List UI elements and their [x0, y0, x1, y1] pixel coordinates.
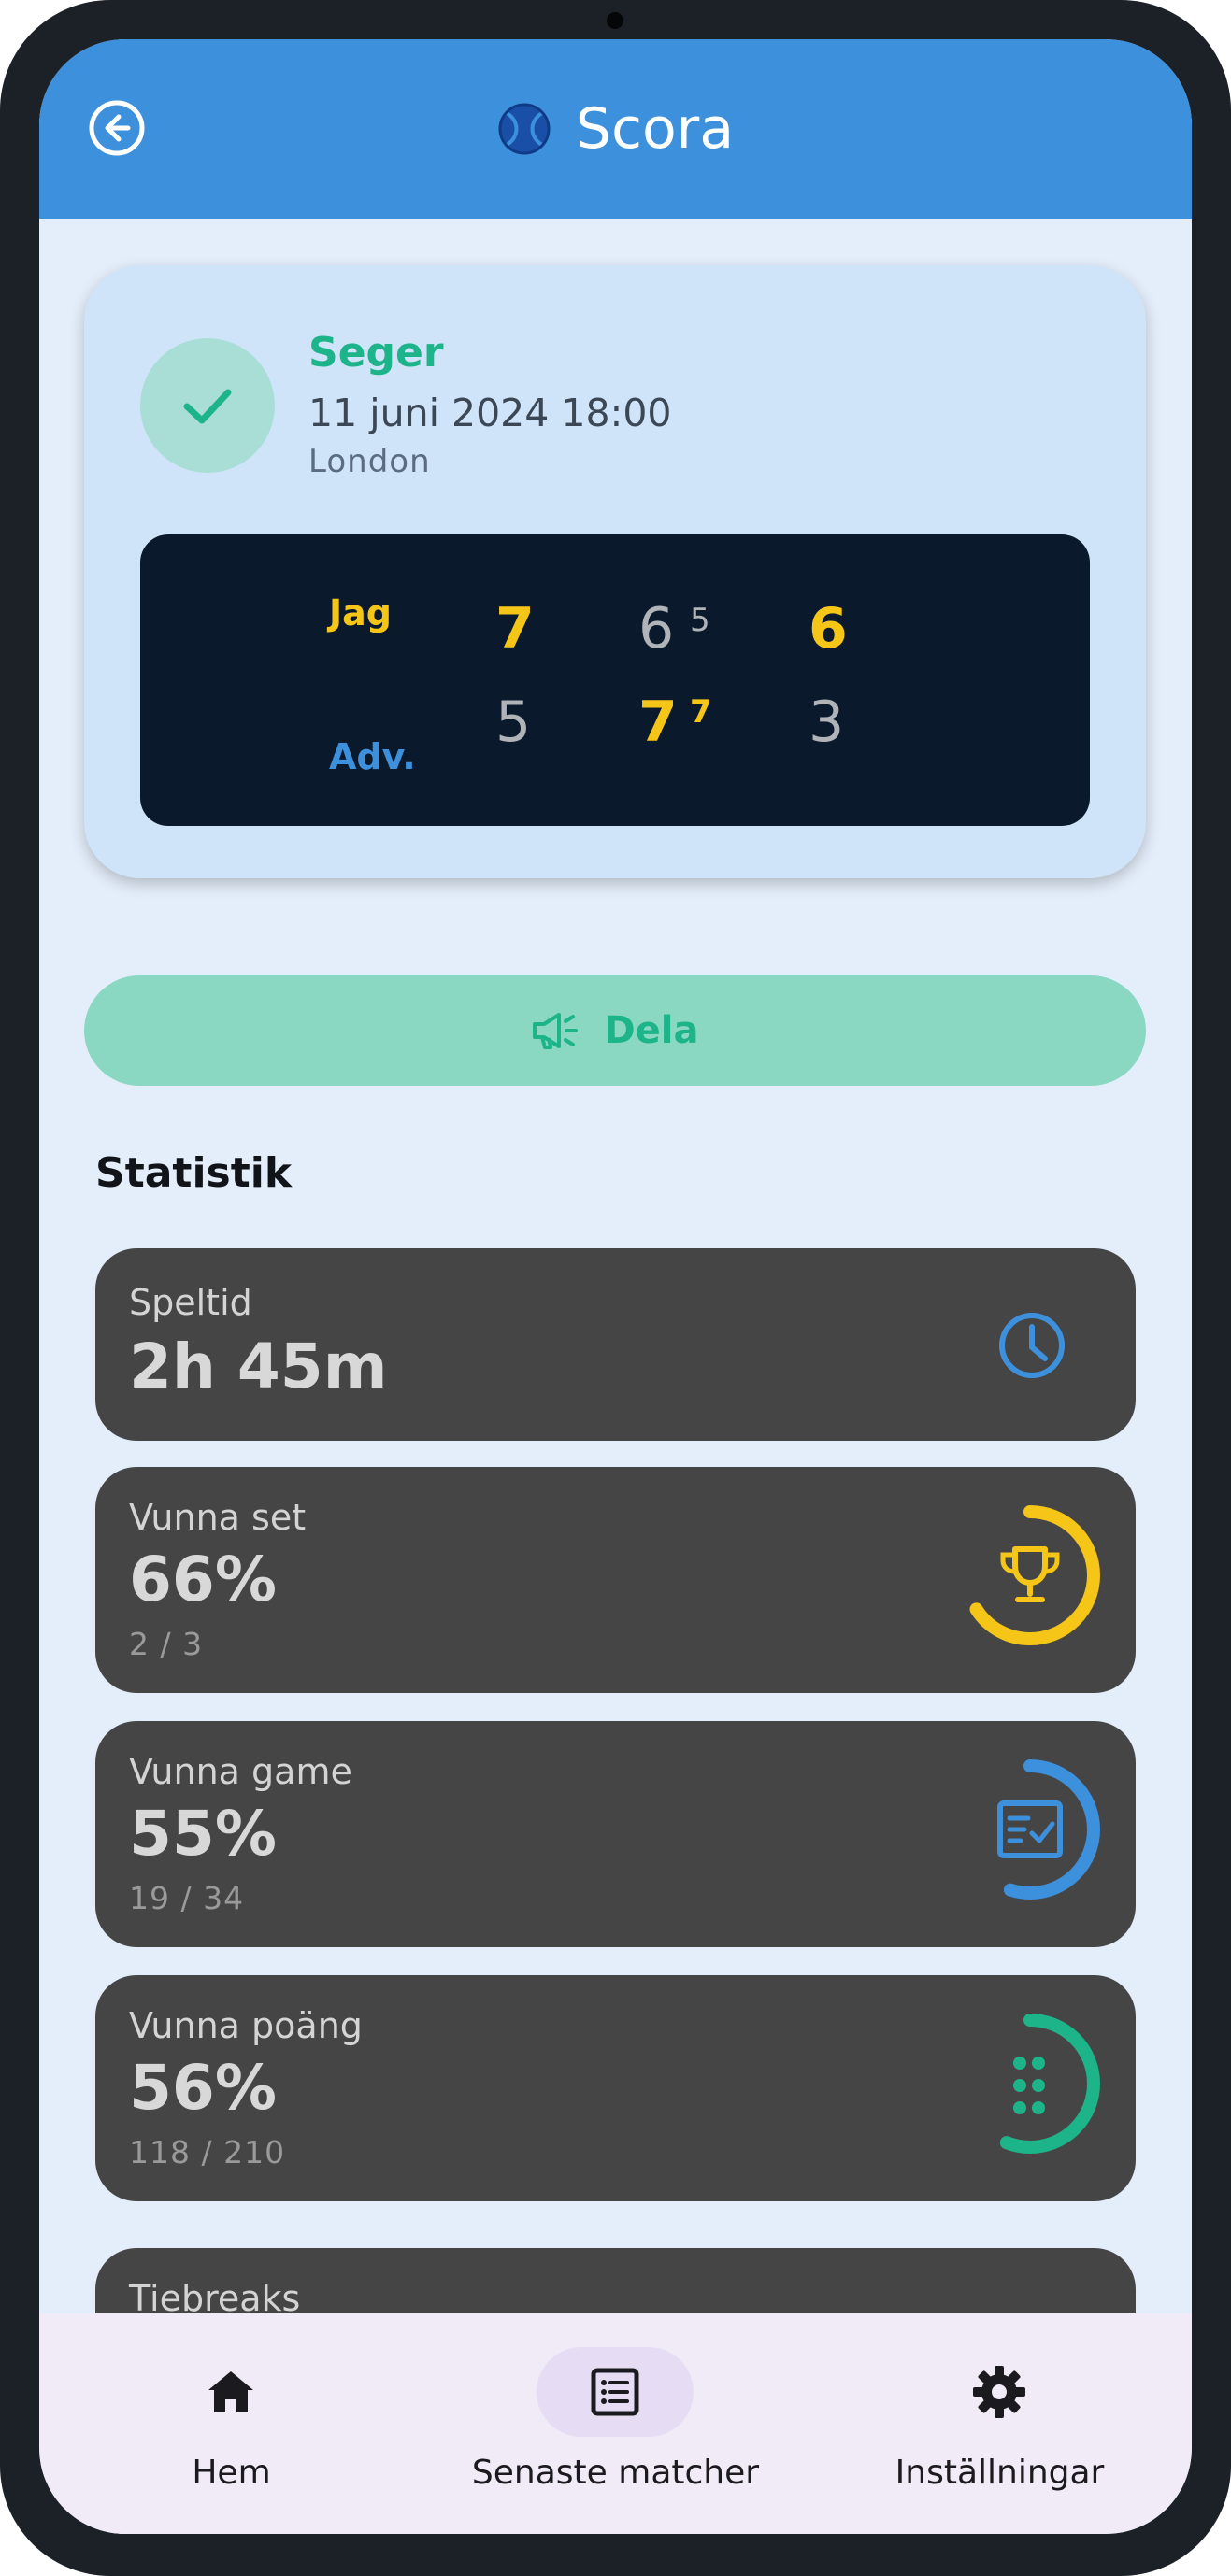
list-icon: [591, 2368, 639, 2416]
set1-me-score: 7: [495, 596, 535, 662]
share-label: Dela: [604, 1009, 699, 1052]
stat-label: Tiebreaks: [129, 2278, 301, 2313]
stat-sub: 19 / 34: [129, 1880, 245, 1916]
share-button[interactable]: Dela: [84, 975, 1146, 1086]
player-me-label: Jag: [329, 592, 392, 633]
set3-opponent-score: 3: [809, 690, 845, 755]
gear-icon: [973, 2366, 1025, 2418]
check-icon: [183, 389, 232, 424]
stat-value: 56%: [129, 2052, 277, 2124]
stat-value: 66%: [129, 1544, 277, 1615]
stat-card-playtime: Speltid 2h 45m: [95, 1248, 1136, 1441]
app-bar: Scora: [39, 39, 1192, 219]
nav-pill-active: [537, 2347, 694, 2437]
checklist-icon: [997, 1800, 1063, 1858]
app-title: Scora: [575, 96, 735, 162]
stat-label: Speltid: [129, 1282, 252, 1323]
app-brand: Scora: [39, 92, 1192, 166]
match-location: London: [308, 443, 431, 480]
stat-label: Vunna set: [129, 1497, 307, 1538]
stat-card-points-won: Vunna poäng 56% 118 / 210: [95, 1975, 1136, 2201]
stat-card-games-won: Vunna game 55% 19 / 34: [95, 1721, 1136, 1947]
nav-pill: [152, 2347, 309, 2437]
nav-pill: [921, 2347, 1078, 2437]
match-summary-card: Seger 11 juni 2024 18:00 London Jag Adv.…: [84, 265, 1146, 878]
trophy-icon: [1000, 1546, 1060, 1602]
app-screen: Scora Seger 11 juni 2024 18:00 London Ja…: [39, 39, 1192, 2534]
stat-value: 55%: [129, 1798, 277, 1870]
front-camera: [607, 12, 623, 29]
set2-opponent-tiebreak: 7: [690, 693, 712, 731]
nav-item-home[interactable]: Hem: [39, 2313, 423, 2534]
stat-sub: 2 / 3: [129, 1626, 204, 1662]
set2-me-score: 6: [638, 596, 675, 662]
phone-frame: Scora Seger 11 juni 2024 18:00 London Ja…: [0, 0, 1231, 2576]
tennis-ball-icon: [498, 103, 551, 155]
stat-sub: 118 / 210: [129, 2134, 286, 2170]
home-icon: [208, 2371, 253, 2412]
dots-icon: [1013, 2057, 1045, 2114]
stat-card-sets-won: Vunna set 66% 2 / 3: [95, 1467, 1136, 1693]
scoreboard: Jag Adv. 7 5 6 5 7 7 6 3: [140, 534, 1090, 826]
nav-label: Inställningar: [895, 2454, 1105, 2492]
player-opponent-label: Adv.: [329, 736, 416, 777]
set2-opponent-score: 7: [638, 690, 678, 755]
nav-label: Hem: [192, 2454, 271, 2492]
clock-icon: [999, 1313, 1065, 1378]
bottom-navigation: Hem Senaste matcher Inställningar: [39, 2313, 1192, 2534]
nav-item-settings[interactable]: Inställningar: [808, 2313, 1192, 2534]
result-badge: [140, 338, 275, 473]
match-result: Seger: [308, 329, 444, 377]
nav-label: Senaste matcher: [471, 2454, 760, 2492]
nav-item-recent-matches[interactable]: Senaste matcher: [423, 2313, 808, 2534]
stats-section-title: Statistik: [95, 1149, 293, 1197]
stat-label: Vunna game: [129, 1751, 352, 1792]
set3-me-score: 6: [809, 596, 848, 662]
stat-value: 2h 45m: [129, 1331, 388, 1402]
stat-label: Vunna poäng: [129, 2005, 363, 2046]
set1-opponent-score: 5: [495, 690, 532, 755]
match-date: 11 juni 2024 18:00: [308, 391, 672, 435]
stat-card-tiebreaks: Tiebreaks 0% TB: [95, 2248, 1136, 2313]
content-scroll[interactable]: Seger 11 juni 2024 18:00 London Jag Adv.…: [39, 219, 1192, 2313]
set2-me-tiebreak: 5: [690, 602, 710, 639]
megaphone-icon: [533, 1013, 579, 1049]
